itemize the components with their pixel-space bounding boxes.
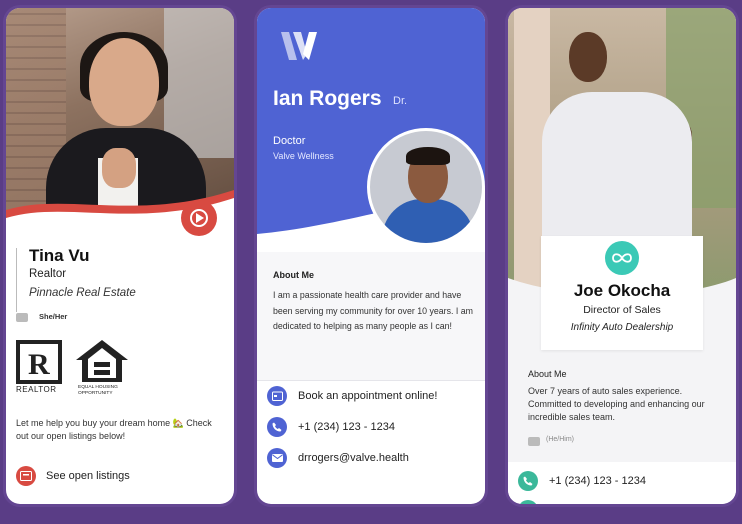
- card-name: Joe Okocha: [573, 281, 671, 300]
- card-company: Valve Wellness: [273, 151, 334, 161]
- svg-text:R: R: [28, 348, 50, 381]
- card-company: Pinnacle Real Estate: [29, 287, 136, 299]
- phone-icon: [518, 471, 538, 491]
- name-suffix: Dr.: [393, 95, 408, 107]
- speech-bubble-icon: [528, 437, 540, 446]
- action-label: +1 (234) 123 - 1234: [549, 475, 646, 487]
- action-label: Book an appointment online!: [298, 390, 438, 402]
- card-name: Ian Rogers: [273, 87, 382, 110]
- about-heading: About Me: [273, 270, 314, 280]
- pronouns: She/Her: [39, 312, 68, 321]
- eho-label: EQUAL HOUSING OPPORTUNITY: [78, 385, 118, 396]
- divider: [16, 248, 17, 312]
- book-appointment-button[interactable]: Book an appointment online!: [267, 385, 477, 407]
- card-name: Tina Vu: [29, 246, 90, 265]
- phone-button[interactable]: +1 (234) 123 - 1234: [518, 470, 728, 492]
- pronouns: (He/Him): [546, 436, 574, 443]
- infinity-logo-icon: [605, 241, 639, 275]
- listings-icon[interactable]: [16, 466, 36, 486]
- phone-icon: [267, 417, 287, 437]
- email-icon: [267, 448, 287, 468]
- about-text: Over 7 years of auto sales experience. C…: [528, 386, 705, 422]
- valve-logo-icon: [281, 32, 317, 60]
- about-text: I am a passionate health care provider a…: [273, 290, 473, 331]
- action-label: +1 (234) 123 - 1234: [298, 421, 395, 433]
- business-card-joe-okocha: Joe Okocha Director of Sales Infinity Au…: [508, 8, 736, 504]
- card-title: Doctor: [273, 135, 306, 147]
- equal-housing-icon: [76, 340, 128, 382]
- card-title: Realtor: [29, 268, 67, 280]
- realtor-label: REALTOR: [16, 385, 57, 394]
- card-company: Infinity Auto Dealership: [570, 322, 674, 333]
- profile-photo: [367, 128, 485, 246]
- phone-button[interactable]: +1 (234) 123 - 1234: [267, 416, 477, 438]
- action-label: drrogers@valve.health: [298, 452, 409, 464]
- calendar-icon: [267, 386, 287, 406]
- speech-bubble-icon: [16, 313, 28, 322]
- business-card-tina-vu: Tina Vu Realtor Pinnacle Real Estate She…: [6, 8, 234, 504]
- see-listings-link[interactable]: See open listings: [46, 470, 130, 482]
- about-heading: About Me: [528, 369, 567, 379]
- email-button[interactable]: drrogers@valve.health: [267, 447, 477, 469]
- company-logo-icon: [181, 200, 217, 236]
- card-description: Let me help you buy your dream home 🏡 Ch…: [16, 418, 212, 441]
- card-title: Director of Sales: [583, 304, 661, 316]
- business-card-ian-rogers: Ian Rogers Dr. Doctor Valve Wellness Abo…: [257, 8, 485, 504]
- divider: [257, 380, 485, 381]
